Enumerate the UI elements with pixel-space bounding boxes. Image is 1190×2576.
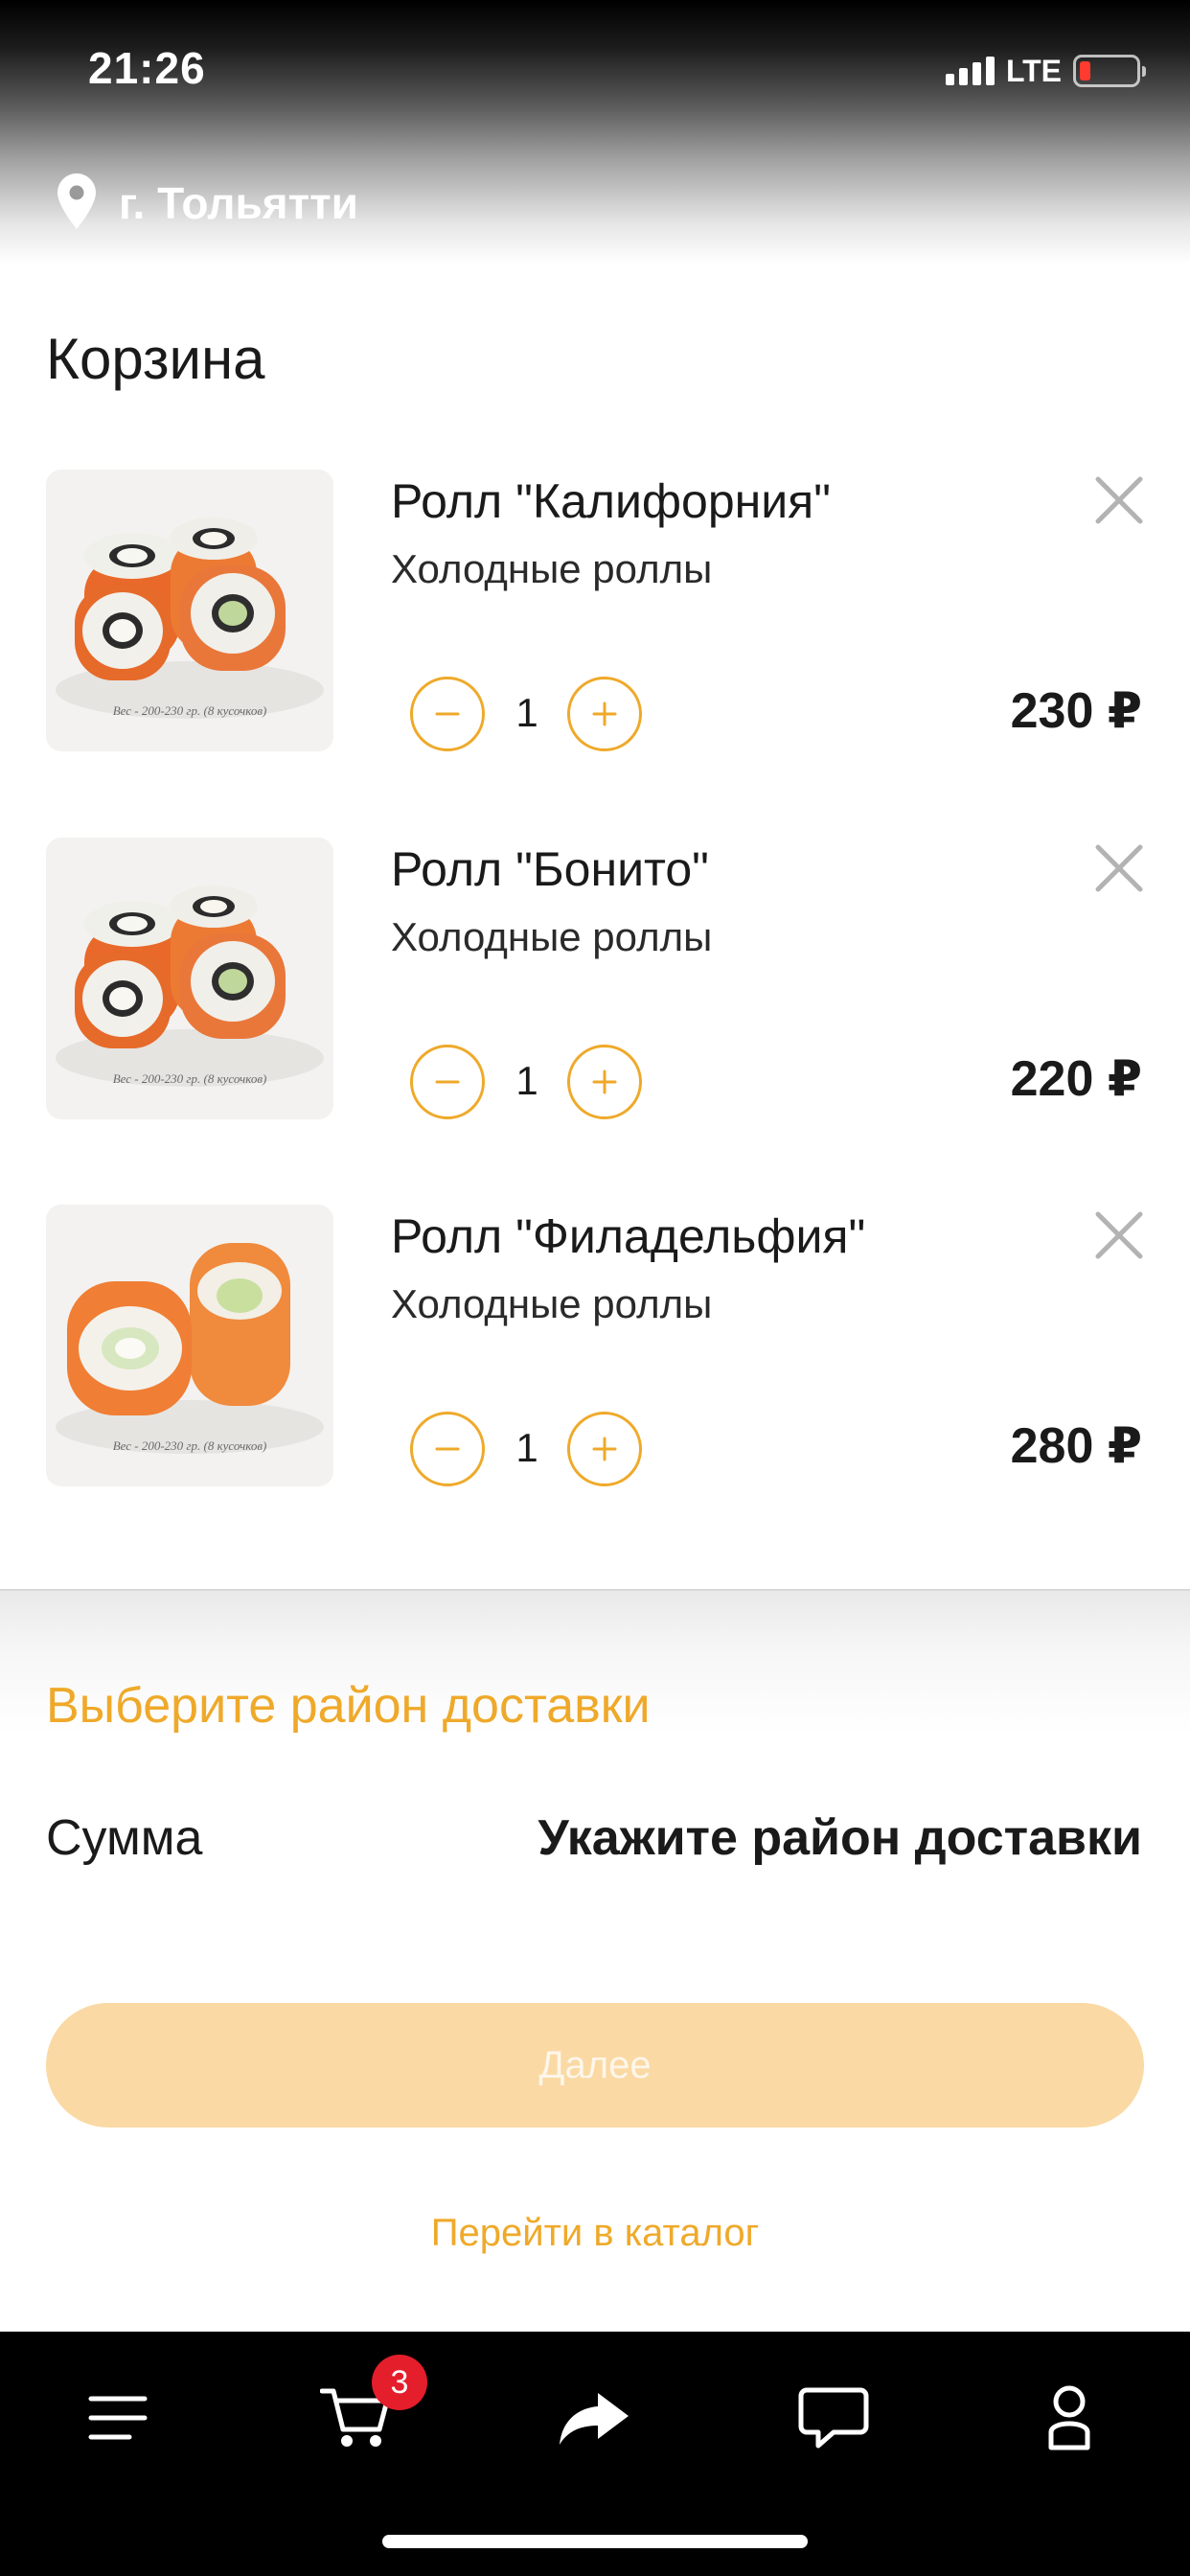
share-icon — [560, 2393, 629, 2445]
tab-chat[interactable] — [786, 2370, 881, 2466]
plus-icon — [592, 702, 617, 726]
home-indicator — [382, 2535, 808, 2548]
order-summary: Выберите район доставки Сумма Укажите ра… — [0, 1589, 1190, 2332]
increase-quantity-button[interactable] — [567, 1412, 642, 1486]
product-image: Вес - 200-230 гр. (8 кусочков) — [46, 838, 333, 1119]
remove-item-button[interactable] — [1092, 1208, 1146, 1262]
product-name: Ролл "Бонито" — [391, 842, 709, 896]
top-header: 21:26 LTE г. Тольятти — [0, 0, 1190, 264]
product-category: Холодные роллы — [391, 1281, 713, 1326]
sum-label: Сумма — [46, 1810, 203, 1866]
signal-icon — [945, 57, 995, 85]
menu-icon — [88, 2396, 148, 2440]
increase-quantity-button[interactable] — [567, 1045, 642, 1119]
tab-share[interactable] — [546, 2370, 642, 2466]
next-button[interactable]: Далее — [46, 2003, 1144, 2128]
product-price: 230 ₽ — [1010, 683, 1142, 739]
plus-icon — [592, 1070, 617, 1094]
minus-icon — [435, 1447, 460, 1451]
location-pin-icon — [57, 172, 96, 234]
product-price: 280 ₽ — [1010, 1418, 1142, 1474]
decrease-quantity-button[interactable] — [410, 1412, 485, 1486]
status-time: 21:26 — [88, 43, 206, 93]
product-category: Холодные роллы — [391, 546, 713, 591]
close-icon — [1095, 476, 1143, 524]
quantity-value: 1 — [515, 690, 538, 735]
close-icon — [1095, 1211, 1143, 1259]
remove-item-button[interactable] — [1092, 841, 1146, 895]
sum-value: Укажите район доставки — [538, 1810, 1142, 1866]
cart-item: Вес - 200-230 гр. (8 кусочков) Ролл "Кал… — [0, 470, 1190, 757]
product-price: 220 ₽ — [1010, 1051, 1142, 1107]
network-label: LTE — [1005, 53, 1062, 88]
increase-quantity-button[interactable] — [567, 677, 642, 751]
city-selector[interactable]: г. Тольятти — [57, 172, 358, 234]
cart-item: Вес - 200-230 гр. (8 кусочков) Ролл "Фил… — [0, 1205, 1190, 1492]
cart-badge: 3 — [372, 2355, 427, 2410]
minus-icon — [435, 712, 460, 716]
cart-item: Вес - 200-230 гр. (8 кусочков) Ролл "Бон… — [0, 838, 1190, 1125]
svg-text:Вес - 200-230 гр. (8 кусочков): Вес - 200-230 гр. (8 кусочков) — [113, 703, 267, 718]
product-image: Вес - 200-230 гр. (8 кусочков) — [46, 470, 333, 751]
tab-menu[interactable] — [70, 2370, 166, 2466]
status-indicators: LTE — [945, 52, 1146, 90]
quantity-value: 1 — [515, 1058, 538, 1103]
product-category: Холодные роллы — [391, 914, 713, 959]
quantity-value: 1 — [515, 1425, 538, 1470]
svg-text:Вес - 200-230 гр. (8 кусочков): Вес - 200-230 гр. (8 кусочков) — [113, 1071, 267, 1086]
tab-profile[interactable] — [1021, 2370, 1117, 2466]
go-to-catalog-link[interactable]: Перейти в каталог — [0, 2212, 1190, 2255]
select-delivery-area-link[interactable]: Выберите район доставки — [46, 1677, 651, 1735]
plus-icon — [592, 1437, 617, 1461]
product-image: Вес - 200-230 гр. (8 кусочков) — [46, 1205, 333, 1486]
close-icon — [1095, 844, 1143, 892]
decrease-quantity-button[interactable] — [410, 677, 485, 751]
decrease-quantity-button[interactable] — [410, 1045, 485, 1119]
product-name: Ролл "Филадельфия" — [391, 1209, 866, 1263]
product-name: Ролл "Калифорния" — [391, 474, 832, 528]
battery-icon — [1073, 55, 1146, 87]
chat-icon — [798, 2387, 869, 2449]
svg-text:Вес - 200-230 гр. (8 кусочков): Вес - 200-230 гр. (8 кусочков) — [113, 1438, 267, 1453]
minus-icon — [435, 1080, 460, 1084]
profile-icon — [1048, 2385, 1090, 2450]
page-title: Корзина — [46, 327, 265, 391]
city-label: г. Тольятти — [119, 178, 358, 228]
remove-item-button[interactable] — [1092, 473, 1146, 527]
